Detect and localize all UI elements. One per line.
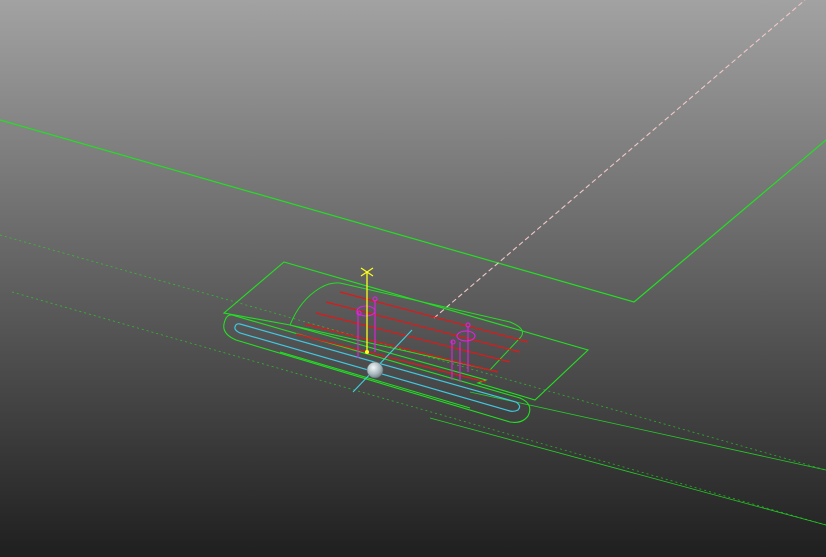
viewport-canvas[interactable] xyxy=(0,0,826,557)
3d-viewport[interactable] xyxy=(0,0,826,557)
triad-origin-dot xyxy=(365,350,369,354)
pick-sphere-icon[interactable] xyxy=(366,361,384,379)
viewport-background xyxy=(0,0,826,557)
